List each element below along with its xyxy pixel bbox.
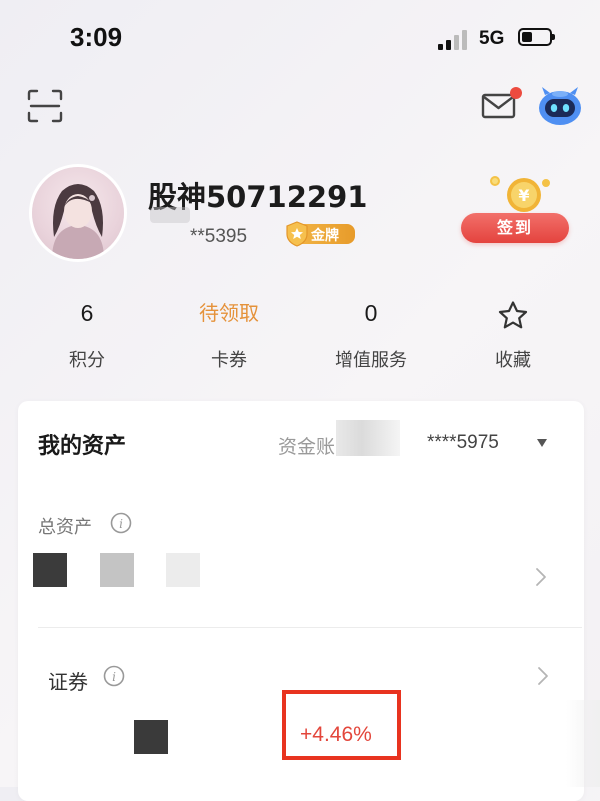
stat-points-label: 积分 bbox=[69, 350, 105, 371]
phone-masked: **5395 bbox=[190, 226, 248, 247]
stat-favorites[interactable]: 收藏 bbox=[453, 298, 573, 372]
masked-block bbox=[100, 553, 134, 587]
network-type: 5G bbox=[479, 28, 505, 49]
stat-coupons[interactable]: 待领取 卡券 bbox=[169, 298, 289, 372]
badge-label: 金牌 bbox=[311, 228, 339, 244]
stat-coupons-value: 待领取 bbox=[199, 301, 259, 325]
stat-services[interactable]: 0 增值服务 bbox=[311, 298, 431, 372]
coins-icon: ¥ bbox=[490, 176, 550, 212]
chevron-right-icon[interactable] bbox=[535, 567, 547, 587]
gold-shield-icon bbox=[286, 221, 308, 247]
masked-blur bbox=[150, 207, 190, 223]
notification-dot bbox=[510, 87, 522, 99]
securities-change: +4.46% bbox=[300, 723, 372, 746]
info-icon[interactable]: i bbox=[103, 665, 125, 687]
account-label: 资金账 bbox=[278, 436, 336, 458]
stat-services-value: 0 bbox=[364, 300, 378, 326]
masked-block bbox=[134, 720, 168, 754]
star-icon bbox=[498, 301, 528, 329]
caret-down-icon[interactable] bbox=[536, 438, 548, 448]
robot-assistant-icon[interactable] bbox=[536, 84, 584, 128]
stat-favorites-label: 收藏 bbox=[495, 350, 531, 371]
stat-services-label: 增值服务 bbox=[335, 350, 407, 371]
masked-block bbox=[166, 553, 200, 587]
battery-icon bbox=[518, 28, 555, 46]
status-time: 3:09 bbox=[70, 22, 123, 52]
assets-title: 我的资产 bbox=[38, 434, 127, 459]
signal-strength-icon bbox=[438, 30, 468, 50]
checkin-button[interactable]: 签到 bbox=[461, 213, 569, 243]
avatar[interactable] bbox=[32, 167, 124, 259]
total-assets-label: 总资产 bbox=[38, 517, 92, 538]
masked-blur bbox=[336, 420, 400, 456]
stat-coupons-label: 卡券 bbox=[211, 350, 247, 371]
stat-points[interactable]: 6 积分 bbox=[27, 298, 147, 372]
gold-member-badge[interactable]: 金牌 bbox=[285, 221, 355, 247]
chevron-right-icon[interactable] bbox=[537, 666, 549, 686]
avatar-portrait-icon bbox=[52, 184, 104, 259]
stat-points-value: 6 bbox=[80, 300, 94, 326]
scan-icon[interactable] bbox=[27, 89, 63, 123]
masked-block bbox=[33, 553, 67, 587]
account-number[interactable]: ****5975 bbox=[427, 432, 499, 454]
masked-blur bbox=[566, 700, 600, 787]
svg-text:¥: ¥ bbox=[518, 186, 529, 205]
info-icon[interactable]: i bbox=[110, 512, 132, 534]
divider bbox=[38, 627, 582, 628]
securities-label: 证券 bbox=[48, 670, 88, 694]
svg-text:i: i bbox=[112, 670, 116, 684]
svg-text:i: i bbox=[119, 517, 123, 531]
